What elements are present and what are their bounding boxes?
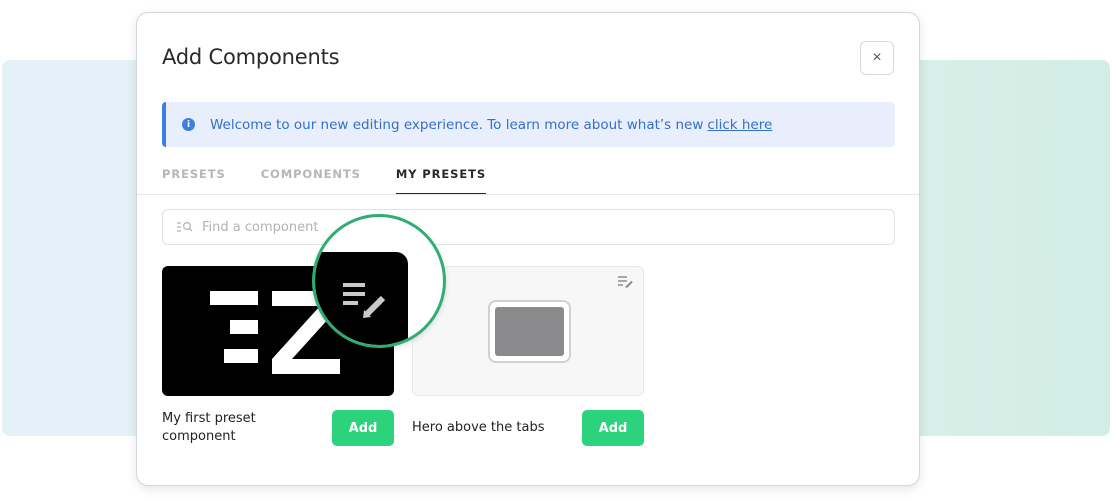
preset-card: Hero above the tabs Add xyxy=(412,266,644,446)
search-input[interactable] xyxy=(202,219,802,235)
tabs-divider xyxy=(137,194,919,195)
preset-name: Hero above the tabs xyxy=(412,420,545,435)
search-icon xyxy=(177,221,193,232)
add-components-modal: Add Components × i Welcome to our new ed… xyxy=(136,12,920,486)
edit-icon-highlight xyxy=(312,214,446,348)
close-button[interactable]: × xyxy=(860,41,894,75)
modal-title: Add Components xyxy=(162,45,340,69)
edit-icon[interactable] xyxy=(618,275,634,289)
tab-components[interactable]: COMPONENTS xyxy=(261,167,361,195)
card-footer: Hero above the tabs Add xyxy=(412,410,644,446)
placeholder-thumbnail[interactable] xyxy=(412,266,644,396)
image-placeholder xyxy=(488,300,571,363)
info-banner: i Welcome to our new editing experience.… xyxy=(162,102,895,147)
tab-presets[interactable]: PRESETS xyxy=(162,167,226,195)
edit-icon[interactable] xyxy=(341,279,389,319)
banner-link[interactable]: click here xyxy=(707,117,772,133)
add-button[interactable]: Add xyxy=(332,410,394,446)
tab-bar: PRESETS COMPONENTS MY PRESETS xyxy=(162,167,521,195)
search-box[interactable] xyxy=(162,209,895,245)
tab-my-presets[interactable]: MY PRESETS xyxy=(395,167,487,195)
preset-name: My first preset component xyxy=(162,411,256,444)
add-button[interactable]: Add xyxy=(582,410,644,446)
info-icon: i xyxy=(182,118,195,131)
card-footer: My first preset component Add xyxy=(162,410,394,446)
banner-message: Welcome to our new editing experience. T… xyxy=(210,116,704,133)
